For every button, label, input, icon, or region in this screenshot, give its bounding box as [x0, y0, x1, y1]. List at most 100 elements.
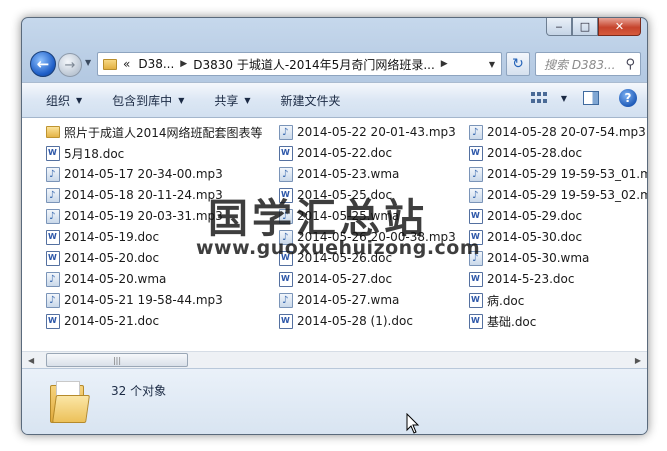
chevron-down-icon: ▼ [76, 95, 83, 105]
word-document-icon [46, 145, 60, 161]
file-name: 病.doc [487, 293, 525, 308]
address-bar[interactable]: « D38... ▶ D3830 于城道人-2014年5月奇门网络班录... ▶… [97, 52, 502, 76]
file-item[interactable]: 2014-05-22 20-01-43.mp3 [279, 122, 456, 142]
file-name: 2014-05-21.doc [64, 314, 160, 328]
file-item[interactable]: 2014-05-29 19-59-53_02.mp3 [469, 185, 647, 205]
view-chevron-down-icon[interactable]: ▼ [561, 94, 567, 103]
breadcrumb-separator-icon[interactable]: ▶ [180, 59, 187, 69]
file-list: 照片于成道人2014网络班配套图表等 5月18.doc 2014-05-17 20-… [22, 118, 647, 351]
word-document-icon [279, 271, 293, 287]
maximize-button[interactable]: □ [572, 18, 598, 36]
file-item[interactable]: 2014-05-28.doc [469, 143, 582, 163]
address-dropdown-chevron-down-icon[interactable]: ▼ [489, 60, 495, 69]
include-in-library-button[interactable]: 包含到库中 ▼ [112, 92, 184, 109]
audio-file-icon [279, 208, 293, 224]
file-item[interactable]: 2014-05-20.doc [46, 248, 159, 268]
file-item[interactable]: 2014-05-19.doc [46, 227, 159, 247]
file-item[interactable]: 2014-05-23.wma [279, 164, 399, 184]
file-item[interactable]: 2014-5-23.doc [469, 269, 574, 289]
file-name: 照片于成道人2014网络班配套图表等 [64, 125, 263, 140]
refresh-button[interactable]: ↻ [506, 52, 530, 76]
file-name: 2014-05-23.wma [297, 167, 400, 181]
toolbar-right-group: ▼ ? [530, 89, 637, 107]
breadcrumb-item-current[interactable]: D3830 于城道人-2014年5月奇门网络班录... [193, 56, 435, 73]
file-item[interactable]: 2014-05-30.wma [469, 248, 589, 268]
audio-file-icon [279, 166, 293, 182]
organize-button[interactable]: 组织 ▼ [46, 92, 82, 109]
file-name: 2014-05-28 20-07-54.mp3 [487, 125, 646, 139]
organize-label: 组织 [46, 93, 71, 108]
file-name: 2014-05-27.wma [297, 293, 400, 307]
file-name: 2014-05-19.doc [64, 230, 160, 244]
word-document-icon [46, 250, 60, 266]
file-name: 2014-05-29.doc [487, 209, 583, 223]
file-item[interactable]: 2014-05-19 20-03-31.mp3 [46, 206, 223, 226]
file-name: 2014-05-28.doc [487, 146, 583, 160]
file-name: 2014-05-21 19-58-44.mp3 [64, 293, 223, 307]
file-item[interactable]: 2014-05-29 19-59-53_01.mp3 [469, 164, 647, 184]
word-document-icon [279, 313, 293, 329]
scroll-right-arrow-icon[interactable]: ▶ [635, 356, 641, 365]
file-item[interactable]: 2014-05-22.doc [279, 143, 392, 163]
breadcrumb-separator-icon[interactable]: ▶ [441, 59, 448, 69]
file-name: 2014-05-26.doc [297, 251, 393, 265]
file-item[interactable]: 2014-05-26.doc [279, 248, 392, 268]
file-item[interactable]: 2014-05-21 19-58-44.mp3 [46, 290, 223, 310]
forward-arrow-icon[interactable]: → [58, 53, 82, 77]
file-item[interactable]: 2014-05-29.doc [469, 206, 582, 226]
file-name: 2014-05-28 (1).doc [297, 314, 413, 328]
share-button[interactable]: 共享 ▼ [214, 92, 250, 109]
file-item[interactable]: 2014-05-28 (1).doc [279, 311, 413, 331]
word-document-icon [469, 208, 483, 224]
breadcrumb-item[interactable]: D38... [138, 57, 174, 71]
word-document-icon [469, 292, 483, 308]
preview-pane-icon[interactable] [583, 91, 599, 105]
search-icon[interactable]: ⚲ [625, 57, 635, 72]
file-item[interactable]: 2014-05-30.doc [469, 227, 582, 247]
file-item[interactable]: 2014-05-26 20-00-38.mp3 [279, 227, 456, 247]
breadcrumb-overflow-icon[interactable]: « [123, 57, 130, 71]
refresh-icon: ↻ [512, 56, 524, 72]
file-item[interactable]: 2014-05-28 20-07-54.mp3 [469, 122, 646, 142]
audio-file-icon [469, 187, 483, 203]
audio-file-icon [279, 292, 293, 308]
search-input[interactable]: 搜索 D383... ⚲ [535, 52, 641, 76]
file-item[interactable]: 2014-05-17 20-34-00.mp3 [46, 164, 223, 184]
word-document-icon [46, 313, 60, 329]
file-item[interactable]: 2014-05-18 20-11-24.mp3 [46, 185, 223, 205]
file-name: 2014-05-22 20-01-43.mp3 [297, 125, 456, 139]
folder-item[interactable]: 照片于成道人2014网络班配套图表等 [46, 122, 263, 142]
change-view-icon[interactable] [530, 92, 547, 104]
file-item[interactable]: 2014-05-25.doc [279, 185, 392, 205]
help-icon[interactable]: ? [619, 89, 637, 107]
new-folder-button[interactable]: 新建文件夹 [281, 92, 341, 109]
file-name: 2014-05-26 20-00-38.mp3 [297, 230, 456, 244]
file-item[interactable]: 2014-05-20.wma [46, 269, 166, 289]
audio-file-icon [46, 292, 60, 308]
scroll-left-arrow-icon[interactable]: ◀ [28, 356, 34, 365]
file-item[interactable]: 2014-05-21.doc [46, 311, 159, 331]
file-item[interactable]: 基础.doc [469, 311, 536, 331]
chevron-down-icon: ▼ [244, 95, 251, 105]
file-name: 基础.doc [487, 314, 537, 329]
word-document-icon [279, 145, 293, 161]
scrollbar-thumb[interactable]: ||| [46, 353, 188, 367]
file-name: 2014-05-22.doc [297, 146, 393, 160]
file-item[interactable]: 2014-05-27.doc [279, 269, 392, 289]
folder-icon [103, 58, 117, 70]
file-name: 2014-05-27.doc [297, 272, 393, 286]
recent-pages-chevron-down-icon[interactable]: ▼ [85, 58, 91, 67]
caption-buttons: ‒ □ ✕ [546, 18, 641, 36]
file-name: 2014-05-20.wma [64, 272, 167, 286]
share-label: 共享 [214, 93, 239, 108]
horizontal-scrollbar[interactable]: ◀ ||| ▶ [22, 351, 647, 368]
minimize-button[interactable]: ‒ [546, 18, 572, 36]
word-document-icon [279, 250, 293, 266]
file-item[interactable]: 2014-05-25.wma [279, 206, 399, 226]
file-item[interactable]: 5月18.doc [46, 143, 124, 163]
close-button[interactable]: ✕ [598, 18, 641, 36]
back-arrow-icon[interactable]: ← [30, 51, 56, 77]
file-item[interactable]: 2014-05-27.wma [279, 290, 399, 310]
include-in-library-label: 包含到库中 [112, 93, 173, 108]
file-item[interactable]: 病.doc [469, 290, 524, 310]
